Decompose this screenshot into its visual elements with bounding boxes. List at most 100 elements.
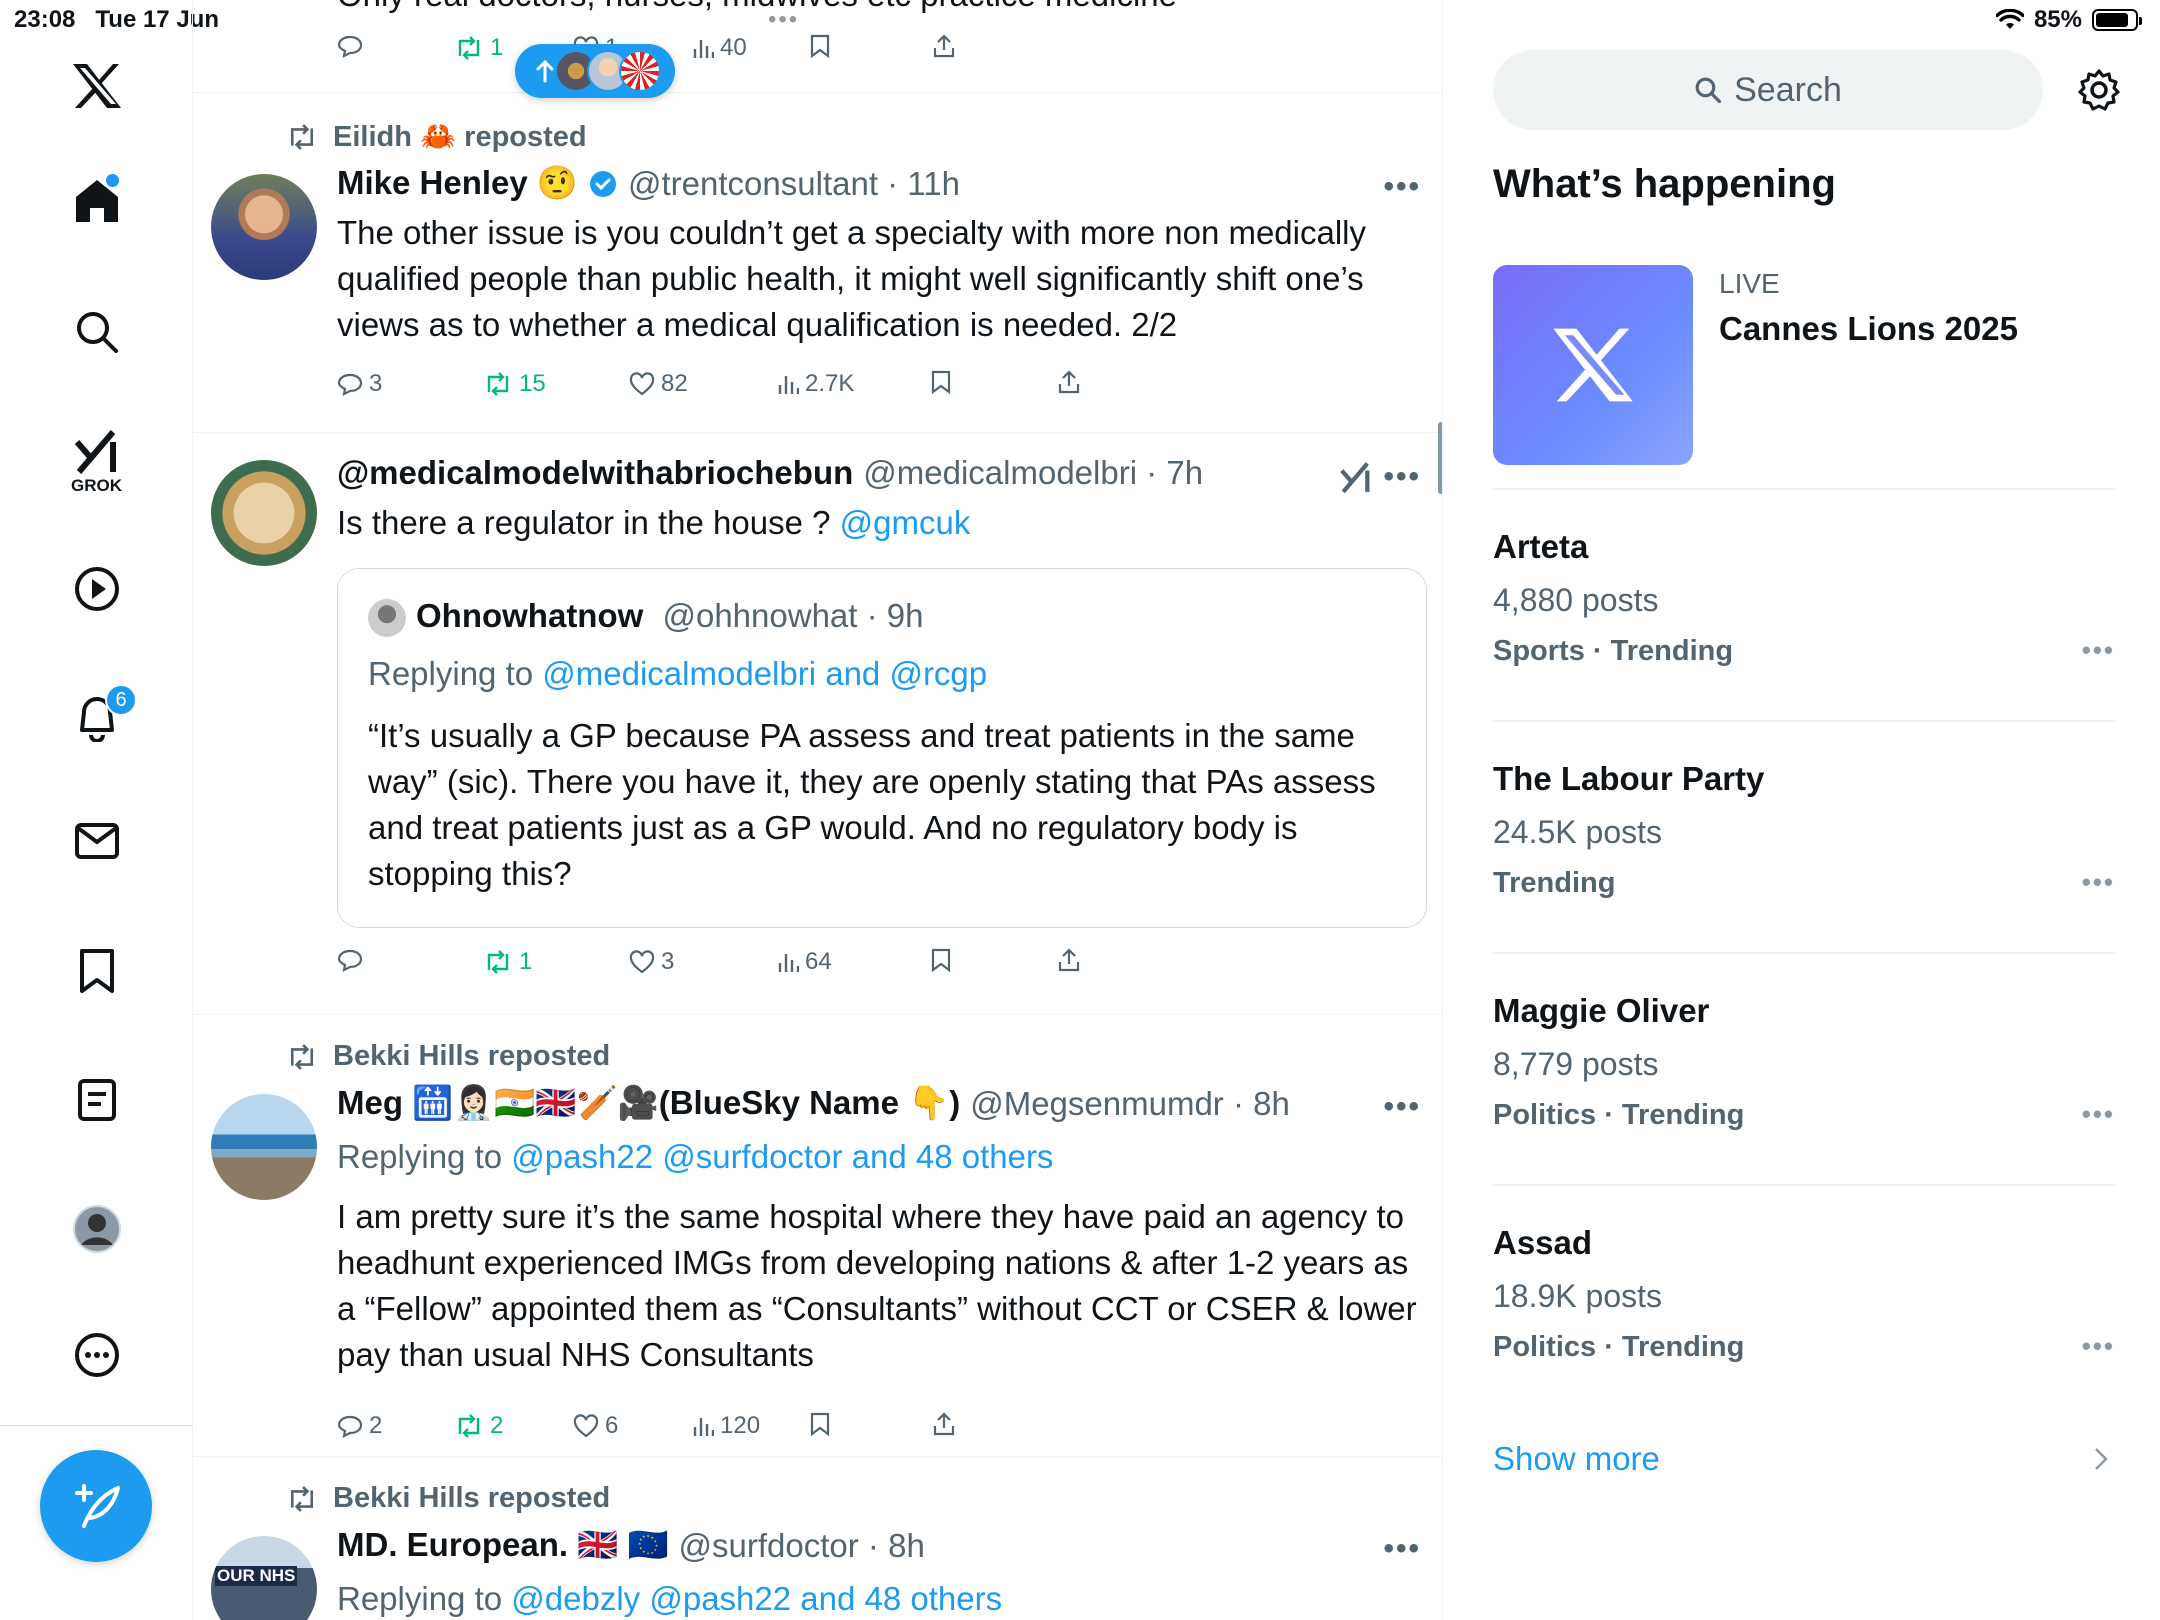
post-more-button[interactable]: ••• bbox=[1383, 1532, 1421, 1566]
x-logo-icon[interactable] bbox=[0, 62, 193, 110]
author-handle[interactable]: @trentconsultant · 11h bbox=[628, 165, 960, 203]
author-name[interactable]: @medicalmodelwithabriochebun bbox=[337, 454, 853, 492]
like-button[interactable]: 82 bbox=[629, 370, 688, 398]
share-button[interactable] bbox=[932, 34, 956, 58]
bookmark-icon bbox=[931, 370, 951, 394]
multitask-handle[interactable]: ••• bbox=[768, 6, 799, 34]
compose-button[interactable] bbox=[40, 1450, 152, 1562]
post-meg[interactable]: Bekki Hills reposted Meg 🛗👩🏻‍⚕️🇮🇳🇬🇧🏏🎥(Bl… bbox=[193, 1014, 1442, 1456]
post-partial-top[interactable]: Only real doctors, nurses, midwives etc … bbox=[193, 0, 1442, 92]
nav-bookmarks[interactable] bbox=[0, 948, 193, 994]
nav-more[interactable] bbox=[0, 1332, 193, 1378]
repost-button[interactable]: 1 bbox=[454, 34, 503, 62]
repost-button[interactable]: 2 bbox=[454, 1412, 503, 1440]
quote-author-name: Ohnowhatnow bbox=[416, 597, 644, 634]
repost-button[interactable]: 15 bbox=[483, 370, 546, 398]
repost-indicator: Bekki Hills reposted bbox=[285, 1040, 610, 1073]
trend-name: Assad bbox=[1493, 1224, 1593, 1261]
reply-button[interactable] bbox=[337, 34, 369, 58]
post-mike-henley[interactable]: Eilidh 🦀 reposted Mike Henley 🤨 @trentco… bbox=[193, 92, 1442, 432]
nav-home[interactable] bbox=[0, 174, 193, 224]
trend-more-button[interactable]: ••• bbox=[2082, 1331, 2115, 1362]
trend-item[interactable]: The Labour Party 24.5K posts Trending ••… bbox=[1493, 760, 2115, 900]
author-handle[interactable]: @Megsenmumdr · 8h bbox=[970, 1085, 1290, 1123]
gear-icon bbox=[2078, 69, 2120, 111]
repost-icon bbox=[290, 1485, 314, 1512]
share-button[interactable] bbox=[932, 1412, 956, 1436]
avatar[interactable] bbox=[211, 460, 317, 566]
search-placeholder: Search bbox=[1734, 70, 1842, 109]
bookmark-button[interactable] bbox=[810, 1412, 830, 1436]
repost-icon bbox=[458, 1414, 480, 1438]
reply-mentions[interactable]: @medicalmodelbri and @rcgp bbox=[542, 655, 987, 692]
grok-label: GROK bbox=[71, 476, 122, 495]
nav-lists[interactable] bbox=[0, 1078, 193, 1122]
reply-mentions[interactable]: @debzly @pash22 and 48 others bbox=[511, 1580, 1002, 1617]
avatar[interactable]: OUR NHS bbox=[211, 1536, 317, 1620]
trend-category: Politics · Trending bbox=[1493, 1331, 1745, 1363]
trend-more-button[interactable]: ••• bbox=[2082, 1099, 2115, 1130]
nav-grok[interactable]: GROK bbox=[0, 428, 193, 496]
reply-button[interactable] bbox=[337, 948, 369, 972]
share-icon bbox=[933, 1412, 955, 1436]
mail-icon bbox=[74, 823, 119, 859]
post-text: Is there a regulator in the house ? @gmc… bbox=[337, 500, 1427, 546]
post-more-button[interactable]: ••• bbox=[1383, 1090, 1421, 1124]
trend-more-button[interactable]: ••• bbox=[2082, 635, 2115, 666]
search-icon bbox=[1695, 77, 1722, 104]
trend-item[interactable]: Arteta 4,880 posts Sports · Trending ••• bbox=[1493, 528, 2115, 668]
post-more-button[interactable]: ••• bbox=[1383, 460, 1421, 494]
show-more-link[interactable]: Show more bbox=[1493, 1440, 1660, 1478]
compose-icon bbox=[75, 1484, 120, 1528]
nav-profile[interactable] bbox=[0, 1204, 193, 1254]
bookmark-button[interactable] bbox=[931, 370, 951, 394]
author-name[interactable]: Mike Henley 🤨 bbox=[337, 164, 578, 203]
views-icon bbox=[693, 40, 714, 58]
nav-notifications[interactable]: 6 bbox=[0, 684, 193, 742]
views-icon bbox=[693, 1418, 714, 1436]
bookmark-button[interactable] bbox=[931, 948, 951, 972]
reply-icon bbox=[337, 35, 363, 58]
views-button[interactable]: 2.7K bbox=[777, 370, 854, 398]
avatar[interactable] bbox=[211, 1094, 317, 1200]
author-handle[interactable]: @surfdoctor · 8h bbox=[679, 1527, 925, 1565]
repost-button[interactable]: 1 bbox=[483, 948, 532, 976]
post-medicalmodel[interactable]: @medicalmodelwithabriochebun @medicalmod… bbox=[193, 432, 1442, 1014]
views-icon bbox=[778, 954, 799, 972]
views-button[interactable]: 64 bbox=[777, 948, 832, 976]
reply-button[interactable]: 2 bbox=[337, 1412, 382, 1440]
nav-messages[interactable] bbox=[0, 822, 193, 860]
nav-search[interactable] bbox=[0, 310, 193, 354]
post-text: The other issue is you couldn’t get a sp… bbox=[337, 214, 1367, 343]
post-more-button[interactable]: ••• bbox=[1383, 170, 1421, 204]
bookmark-button[interactable] bbox=[810, 34, 830, 58]
views-button[interactable]: 120 bbox=[692, 1412, 760, 1440]
trend-more-button[interactable]: ••• bbox=[2082, 867, 2115, 898]
post-surfdoctor[interactable]: Bekki Hills reposted OUR NHS MD. Europea… bbox=[193, 1456, 1442, 1620]
nav-video[interactable] bbox=[0, 566, 193, 612]
avatar[interactable] bbox=[211, 174, 317, 280]
nav-divider bbox=[0, 1425, 193, 1426]
like-button[interactable]: 3 bbox=[629, 948, 674, 976]
views-button[interactable]: 40 bbox=[692, 34, 747, 62]
author-name[interactable]: Meg 🛗👩🏻‍⚕️🇮🇳🇬🇧🏏🎥(BlueSky Name 👇) bbox=[337, 1084, 960, 1123]
quoted-post[interactable]: Ohnowhatnow @ohhnowhat · 9h Replying to … bbox=[337, 568, 1427, 928]
share-button[interactable] bbox=[1057, 948, 1081, 972]
new-posts-pill[interactable] bbox=[515, 44, 675, 98]
reply-button[interactable]: 3 bbox=[337, 370, 382, 398]
trend-item[interactable]: Maggie Oliver 8,779 posts Politics · Tre… bbox=[1493, 992, 2115, 1132]
mention-link[interactable]: @gmcuk bbox=[840, 504, 971, 541]
author-handle[interactable]: @medicalmodelbri · 7h bbox=[863, 454, 1203, 492]
reply-mentions[interactable]: @pash22 @surfdoctor and 48 others bbox=[511, 1138, 1053, 1175]
live-event-image[interactable] bbox=[1493, 265, 1693, 465]
like-button[interactable]: 6 bbox=[573, 1412, 618, 1440]
live-title[interactable]: Cannes Lions 2025 bbox=[1719, 310, 2018, 348]
grok-icon[interactable] bbox=[1339, 460, 1373, 494]
timeline[interactable]: Only real doctors, nurses, midwives etc … bbox=[193, 0, 1443, 1620]
trend-item[interactable]: Assad 18.9K posts Politics · Trending ••… bbox=[1493, 1224, 2115, 1364]
x-logo-icon bbox=[1553, 328, 1633, 402]
author-name[interactable]: MD. European. 🇬🇧 🇪🇺 bbox=[337, 1526, 669, 1565]
settings-button[interactable] bbox=[2077, 68, 2121, 117]
share-button[interactable] bbox=[1057, 370, 1081, 394]
search-input[interactable]: Search bbox=[1493, 50, 2043, 130]
